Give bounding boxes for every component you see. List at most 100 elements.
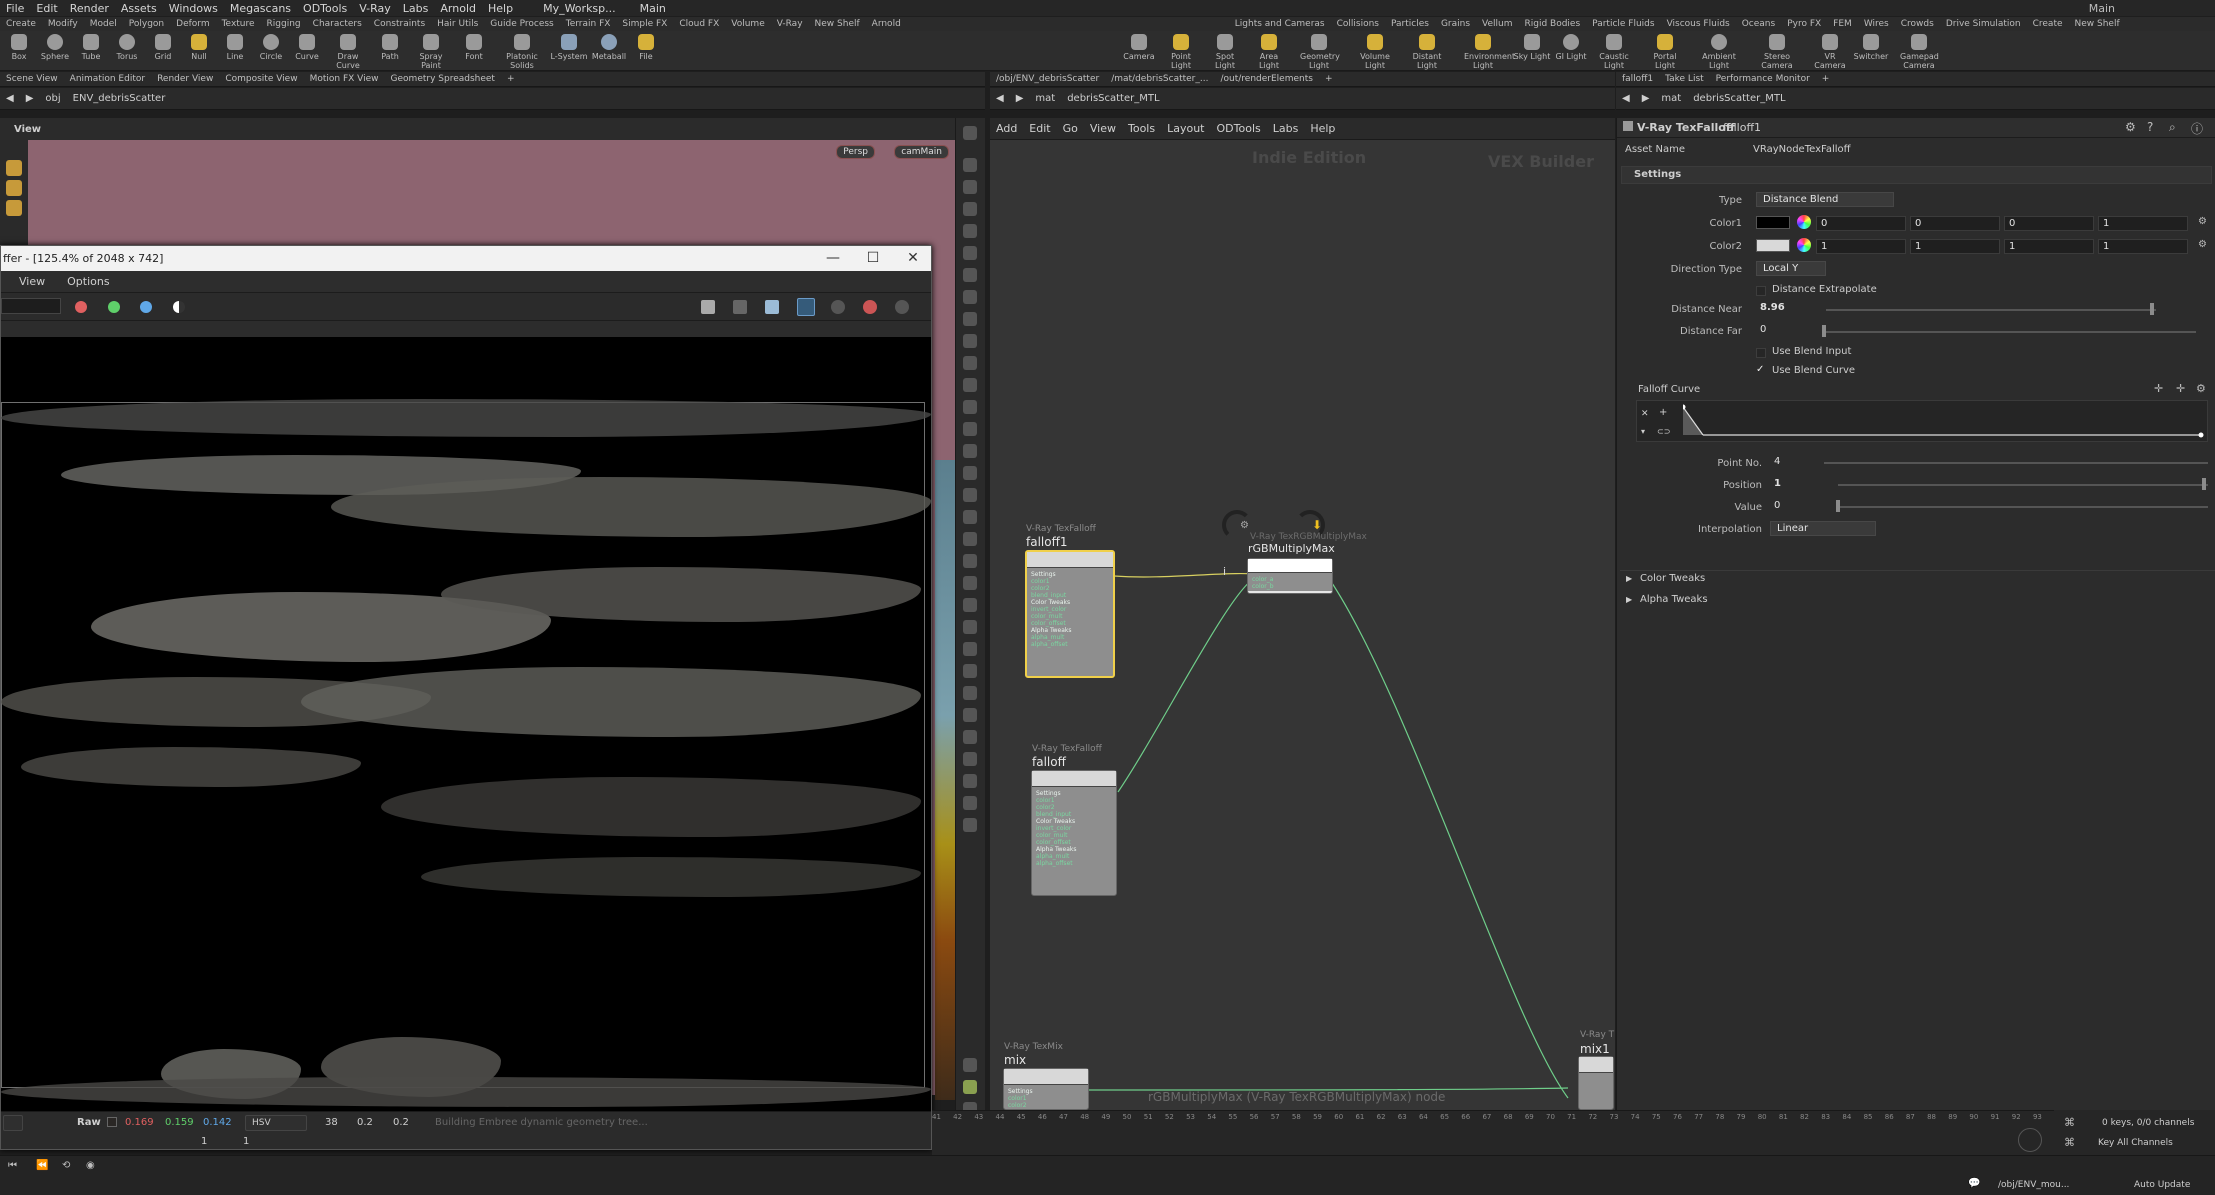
shelf-tab[interactable]: Polygon: [123, 19, 170, 29]
shelf-tab[interactable]: Collisions: [1331, 19, 1385, 29]
normals-icon[interactable]: [963, 400, 977, 414]
gear-icon[interactable]: ⚙: [2198, 239, 2207, 250]
shelf-tab[interactable]: New Shelf: [809, 19, 866, 29]
distance-near-slider[interactable]: [1826, 309, 2156, 311]
tab-render-view[interactable]: Render View: [151, 74, 219, 84]
maximize-icon[interactable]: ☐: [863, 250, 883, 266]
step-back-icon[interactable]: ⏪: [36, 1160, 48, 1171]
menu-assets[interactable]: Assets: [115, 2, 163, 15]
gear-icon[interactable]: ⚙: [2196, 382, 2206, 395]
tab-parameters[interactable]: falloff1: [1616, 74, 1659, 84]
node-mix1[interactable]: [1578, 1056, 1614, 1110]
back-arrow-icon[interactable]: ◀: [0, 93, 20, 104]
minimize-icon[interactable]: —: [823, 250, 843, 266]
display-flag-icon[interactable]: ⬇: [1312, 518, 1322, 532]
shelf-tab[interactable]: Wires: [1858, 19, 1895, 29]
shelf-tab[interactable]: Oceans: [1736, 19, 1781, 29]
tool-grid[interactable]: Grid: [144, 34, 182, 61]
xray-icon[interactable]: [963, 488, 977, 502]
export-icon[interactable]: [733, 300, 747, 314]
value-field[interactable]: 0: [1770, 499, 1830, 514]
color2-g[interactable]: 1: [1910, 239, 2000, 254]
close-icon[interactable]: ✕: [903, 250, 923, 266]
snap-icon[interactable]: [963, 268, 977, 282]
add-point-icon[interactable]: +: [1659, 407, 1667, 418]
tool-line[interactable]: Line: [216, 34, 254, 61]
move-point-icon[interactable]: ✛: [2176, 382, 2185, 395]
shelf-tab[interactable]: Hair Utils: [431, 19, 484, 29]
type-dropdown[interactable]: Distance Blend: [1756, 192, 1894, 207]
shelf-tab[interactable]: V-Ray: [771, 19, 809, 29]
camera-lock-icon[interactable]: [963, 180, 977, 194]
link-icon[interactable]: [963, 664, 977, 678]
bone-icon[interactable]: [963, 818, 977, 832]
lights-icon[interactable]: [963, 202, 977, 216]
bypass-icon[interactable]: [963, 620, 977, 634]
point-no-field[interactable]: 4: [1770, 455, 1816, 470]
tool-area-light[interactable]: Area Light: [1250, 34, 1288, 70]
tool-file[interactable]: File: [627, 34, 665, 61]
tool-gamepad-camera[interactable]: Gamepad Camera: [1900, 34, 1939, 70]
shelf-tab[interactable]: Volume: [725, 19, 770, 29]
move-tool-icon[interactable]: [6, 180, 22, 196]
tab-out-network[interactable]: /out/renderElements: [1214, 74, 1318, 84]
primitives-icon[interactable]: [963, 444, 977, 458]
tab-performance-monitor[interactable]: Performance Monitor: [1710, 74, 1816, 84]
use-blend-curve-checkbox[interactable]: ✓: [1756, 365, 1766, 375]
tool-gi-light[interactable]: GI Light: [1552, 34, 1590, 61]
green-channel-icon[interactable]: [108, 301, 120, 313]
add-tab-icon[interactable]: +: [1816, 74, 1836, 84]
menu-odtools[interactable]: ODTools: [297, 2, 353, 15]
position-slider[interactable]: [1838, 484, 2208, 486]
path-segment[interactable]: debrisScatter_MTL: [1061, 93, 1165, 104]
net-menu-odtools[interactable]: ODTools: [1211, 122, 1267, 135]
tool-portal-light[interactable]: Portal Light: [1646, 34, 1684, 70]
tool-null[interactable]: Null: [180, 34, 218, 61]
tool-lsystem[interactable]: L-System: [550, 34, 588, 61]
value-slider[interactable]: [1838, 506, 2208, 508]
camera-menu[interactable]: camMain: [894, 145, 949, 159]
menu-options[interactable]: Options: [67, 275, 109, 288]
color2-r[interactable]: 1: [1816, 239, 1906, 254]
falloff-curve-ramp[interactable]: ✕ + ▾ ⊂⊃: [1636, 400, 2208, 442]
shelf-tab[interactable]: Create: [2027, 19, 2069, 29]
shelf-tab[interactable]: Viscous Fluids: [1661, 19, 1736, 29]
tab-settings[interactable]: Settings: [1634, 169, 1681, 180]
save-image-icon[interactable]: [701, 300, 715, 314]
tool-metaball[interactable]: Metaball: [590, 34, 628, 61]
direction-type-dropdown[interactable]: Local Y: [1756, 261, 1826, 276]
path-segment[interactable]: obj: [39, 93, 66, 104]
use-blend-input-checkbox[interactable]: [1756, 348, 1766, 358]
key-all-channels-button[interactable]: Key All Channels: [2098, 1138, 2173, 1148]
red-channel-icon[interactable]: [75, 301, 87, 313]
play-controls-icon[interactable]: ⏮: [8, 1160, 17, 1171]
ortho-icon[interactable]: [963, 246, 977, 260]
menu-help[interactable]: Help: [482, 2, 519, 15]
visualizer-icon[interactable]: [963, 290, 977, 304]
flipbook-icon[interactable]: [963, 532, 977, 546]
param-node-name[interactable]: falloff1: [1723, 121, 1761, 134]
net-menu-tools[interactable]: Tools: [1122, 122, 1161, 135]
info-icon[interactable]: [963, 1058, 977, 1072]
position-field[interactable]: 1: [1770, 477, 1830, 492]
shelf-tab[interactable]: Rigging: [261, 19, 307, 29]
slider-knob[interactable]: [2202, 478, 2206, 490]
menu-view[interactable]: View: [19, 275, 45, 288]
color1-a[interactable]: 1: [2098, 216, 2188, 231]
tool-spot-light[interactable]: Spot Light: [1206, 34, 1244, 70]
workspace-selector[interactable]: My_Worksp...: [537, 2, 622, 15]
chevron-down-icon[interactable]: ▾: [1641, 427, 1645, 436]
node-falloff1[interactable]: Settings color1 color2 blend_input Color Tw…: [1025, 550, 1115, 678]
slider-knob[interactable]: [1836, 500, 1840, 512]
display-options-icon[interactable]: [963, 126, 977, 140]
node-rgbmultiplymax[interactable]: color_a color_b: [1247, 558, 1333, 594]
speech-bubble-icon[interactable]: 💬: [1968, 1178, 1980, 1189]
pen-icon[interactable]: [963, 796, 977, 810]
shelf-tab[interactable]: Crowds: [1895, 19, 1940, 29]
menu-labs[interactable]: Labs: [397, 2, 435, 15]
color-wheel-icon[interactable]: [1797, 238, 1811, 252]
shelf-tab[interactable]: Drive Simulation: [1940, 19, 2027, 29]
distance-far-field[interactable]: 0: [1756, 323, 1820, 338]
tool-draw-curve[interactable]: Draw Curve: [329, 34, 367, 70]
loop-icon[interactable]: ⟲: [62, 1160, 70, 1171]
